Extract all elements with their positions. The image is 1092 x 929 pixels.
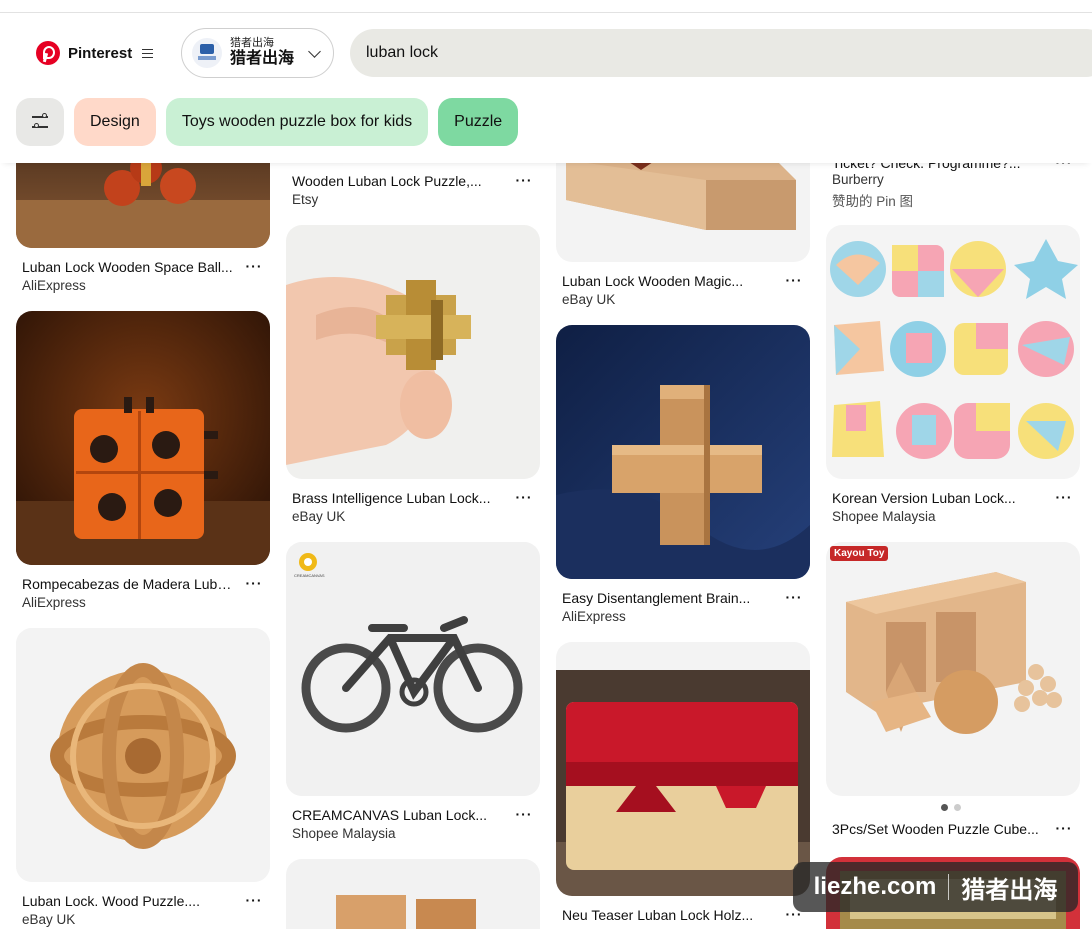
more-options-icon[interactable]: ··· [514,490,534,507]
filter-button[interactable] [16,98,64,146]
pin-image[interactable]: CREAMCANVAS [286,542,540,796]
search-input[interactable]: luban lock [350,29,1092,77]
carousel-dot[interactable] [941,804,948,811]
pin-image[interactable] [556,160,810,262]
carousel-indicator[interactable] [941,804,961,811]
pin-source[interactable]: eBay UK [292,509,345,524]
brand-badge: Kayou Toy [830,546,889,561]
watermark-brand: 猎者出海 [961,876,1058,904]
chevron-down-icon [308,45,321,58]
account-name: 猎者出海 [230,50,295,68]
pin-source[interactable]: Shopee Malaysia [292,826,396,841]
more-options-icon[interactable]: ··· [784,907,804,924]
pin-title[interactable]: CREAMCANVAS Luban Lock... [292,807,506,823]
menu-icon[interactable] [142,48,154,58]
pin-title[interactable]: Korean Version Luban Lock... [832,490,1046,506]
more-options-icon[interactable]: ··· [244,893,264,910]
pin-source[interactable]: AliExpress [22,595,86,610]
pin-image[interactable] [16,160,270,248]
pin-image[interactable]: Kayou Toy [826,542,1080,796]
pinterest-logo-icon[interactable] [36,41,60,65]
pin-image[interactable] [556,642,810,896]
pin-title[interactable]: Wooden Luban Lock Puzzle,... [292,173,506,189]
pin-title[interactable]: Neu Teaser Luban Lock Holz... [562,907,776,923]
chip-toys-wooden-puzzle-box[interactable]: Toys wooden puzzle box for kids [165,98,429,146]
pin-title[interactable]: Luban Lock Wooden Magic... [562,273,776,289]
pin-title[interactable]: 3Pcs/Set Wooden Puzzle Cube... [832,821,1046,837]
brand[interactable]: Pinterest [36,41,154,65]
pin-image[interactable] [826,225,1080,479]
pin-source[interactable]: AliExpress [22,278,86,293]
watermark: liezhe.com 猎者出海 [793,862,1078,912]
pin-source[interactable]: Burberry [832,172,884,187]
pin-source[interactable]: eBay UK [22,912,75,927]
avatar [192,38,222,68]
pin-image[interactable] [286,225,540,479]
more-options-icon[interactable]: ··· [244,576,264,593]
brand-name[interactable]: Pinterest [68,45,132,62]
pin-image[interactable] [556,325,810,579]
pin-title[interactable]: Luban Lock. Wood Puzzle.... [22,893,236,909]
account-subtitle: 猎者出海 [230,37,274,50]
more-options-icon[interactable]: ··· [514,173,534,190]
top-header: Pinterest 猎者出海 猎者出海 luban lock Design To… [0,13,1092,163]
pin-image[interactable] [286,859,540,929]
chip-design[interactable]: Design [74,98,156,146]
carousel-dot[interactable] [954,804,961,811]
pin-title[interactable]: Luban Lock Wooden Space Ball... [22,259,236,275]
watermark-domain: liezhe.com [813,873,937,900]
pin-source[interactable]: Shopee Malaysia [832,509,936,524]
more-options-icon[interactable]: ··· [514,807,534,824]
pin-image[interactable] [16,311,270,565]
more-options-icon[interactable]: ··· [1054,821,1074,838]
more-options-icon[interactable]: ··· [784,590,804,607]
pin-title[interactable]: Easy Disentanglement Brain... [562,590,776,606]
pin-title[interactable]: Rompecabezas de Madera Luba... [22,576,236,592]
sponsored-label: 赞助的 Pin 图 [832,194,914,209]
pin-source[interactable]: eBay UK [562,292,615,307]
image-caption: CREAMCANVAS [294,573,325,578]
chip-puzzle[interactable]: Puzzle [438,98,519,146]
filter-chips: Design Toys wooden puzzle box for kids P… [16,98,519,146]
pin-title[interactable]: Brass Intelligence Luban Lock... [292,490,506,506]
more-options-icon[interactable]: ··· [244,259,264,276]
pin-source[interactable]: Etsy [292,192,318,207]
account-switcher[interactable]: 猎者出海 猎者出海 [181,28,334,78]
pin-image[interactable] [16,628,270,882]
more-options-icon[interactable]: ··· [784,273,804,290]
pin-source[interactable]: AliExpress [562,609,626,624]
more-options-icon[interactable]: ··· [1054,490,1074,507]
